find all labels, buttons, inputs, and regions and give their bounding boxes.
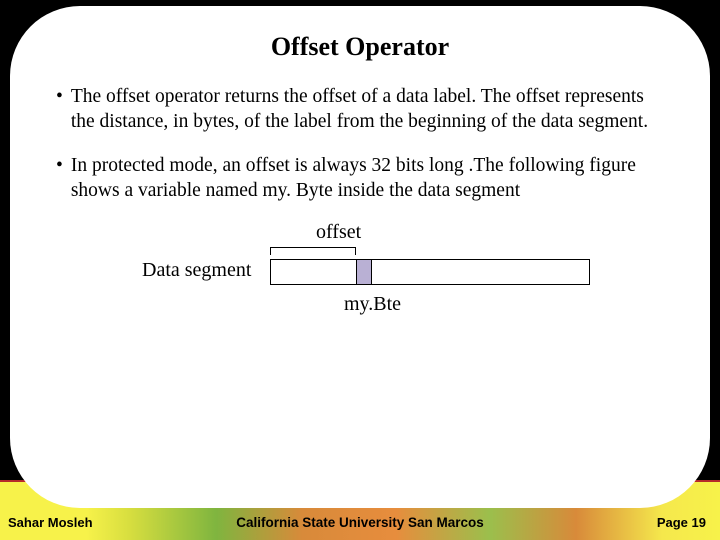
offset-bracket (270, 247, 356, 255)
bullet-marker: • (56, 153, 63, 178)
bullet-marker: • (56, 84, 63, 109)
bullet-item: • The offset operator returns the offset… (56, 84, 666, 135)
footer: Sahar Mosleh California State University… (0, 512, 720, 536)
variable-label: my.Bte (344, 293, 401, 316)
offset-diagram: offset Data segment my.Bte (54, 221, 666, 341)
slide-title: Offset Operator (54, 32, 666, 62)
footer-page-prefix: Page (657, 515, 692, 530)
footer-page-number: 19 (692, 515, 706, 530)
offset-label: offset (316, 221, 361, 244)
bullet-item: • In protected mode, an offset is always… (56, 153, 666, 204)
bullet-list: • The offset operator returns the offset… (56, 84, 666, 203)
segment-label: Data segment (142, 259, 251, 282)
bullet-text: The offset operator returns the offset o… (71, 84, 666, 135)
segment-box (270, 259, 590, 285)
bullet-text: In protected mode, an offset is always 3… (71, 153, 666, 204)
footer-institution: California State University San Marcos (0, 515, 720, 530)
footer-page: Page 19 (657, 515, 706, 530)
mybyte-cell (356, 260, 372, 284)
slide-card: Offset Operator • The offset operator re… (10, 6, 710, 508)
